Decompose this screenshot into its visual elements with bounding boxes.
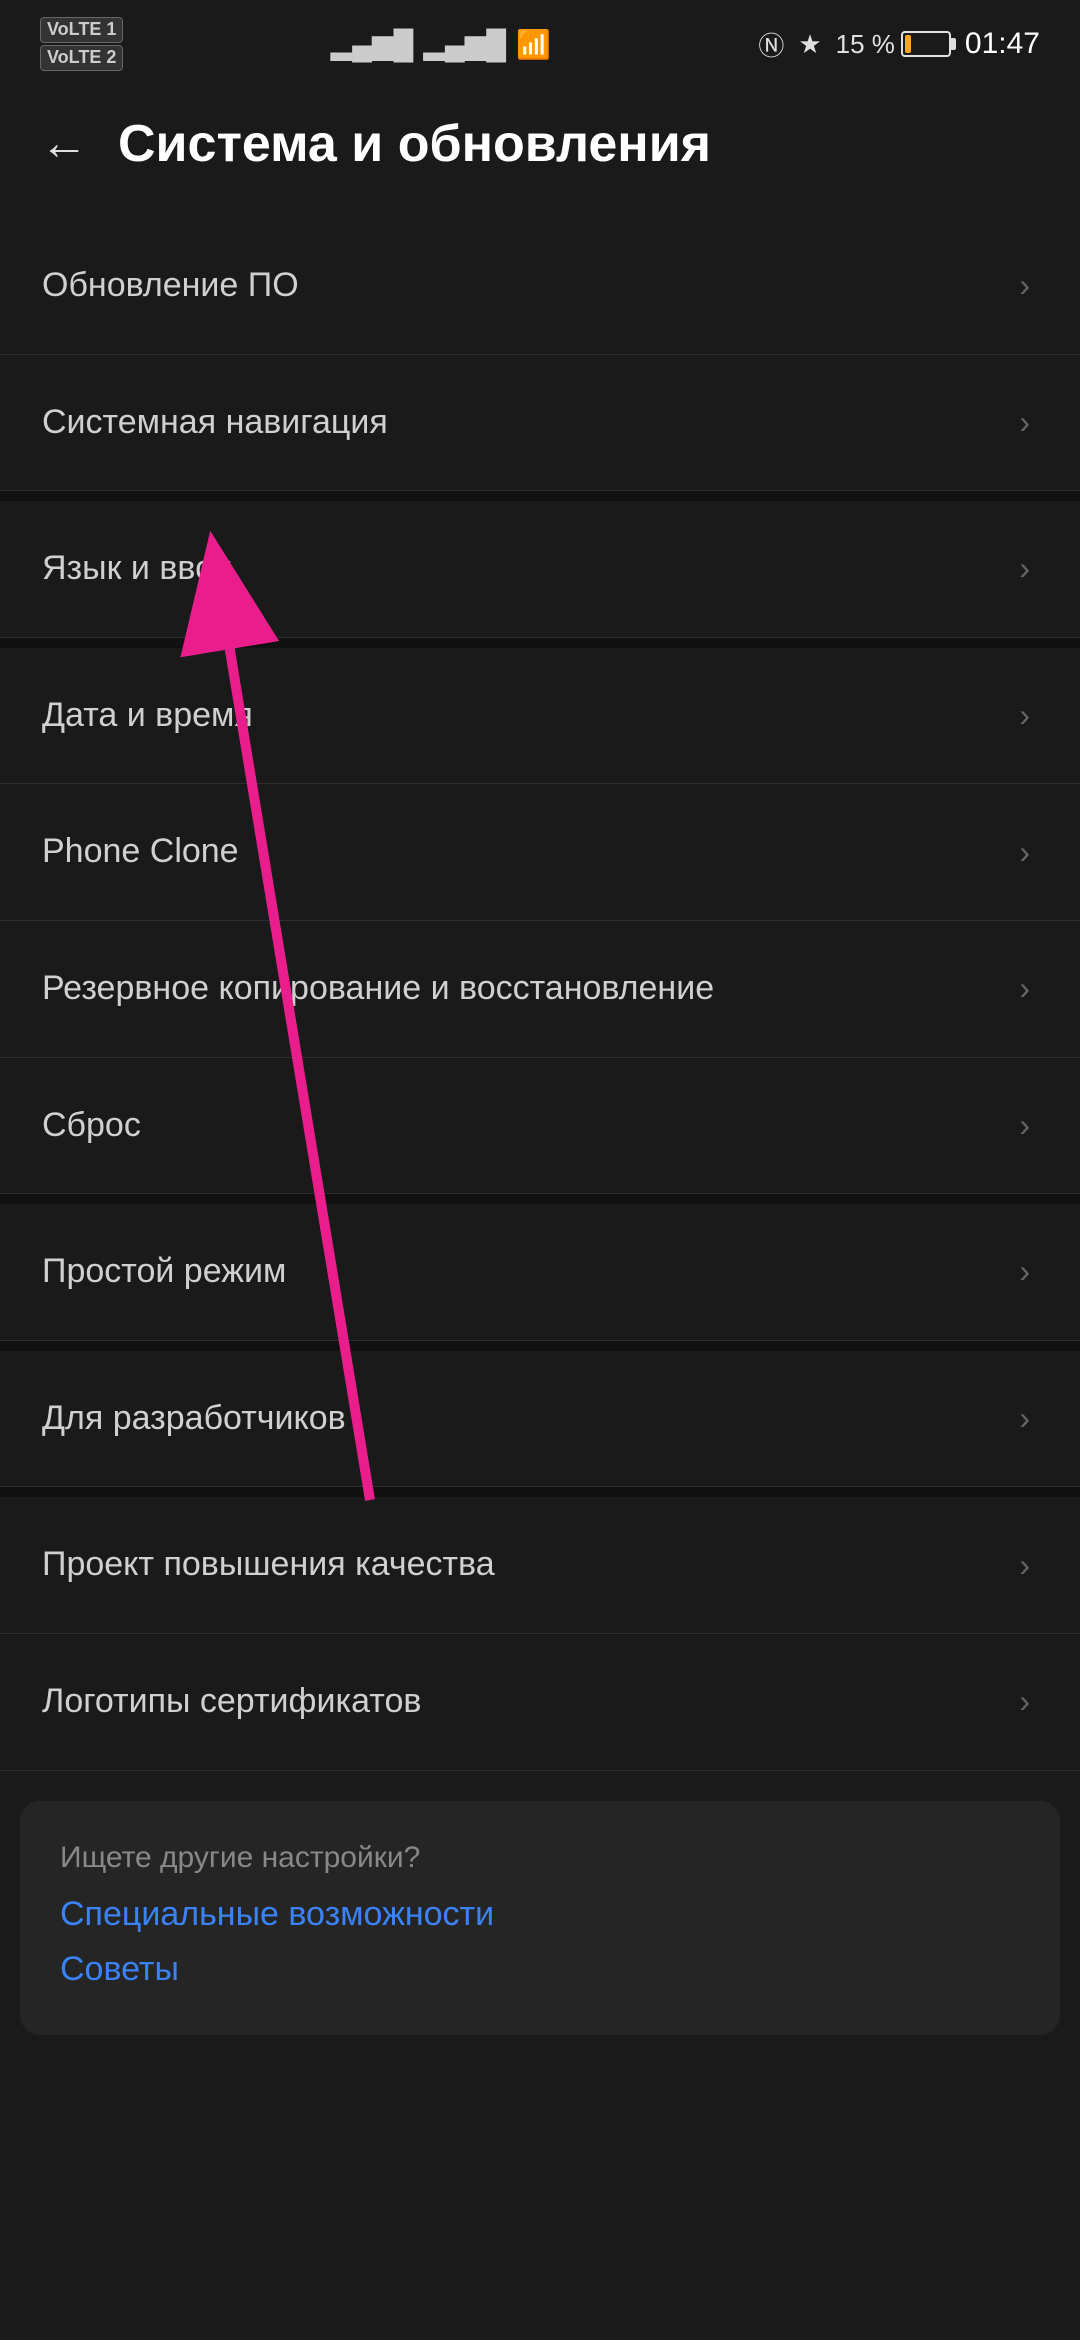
chevron-icon-language-input: › — [1019, 550, 1030, 587]
menu-item-simple-mode[interactable]: Простой режим› — [0, 1204, 1080, 1341]
menu-item-label-developer-options: Для разработчиков — [42, 1395, 1019, 1443]
status-bar: VoLTE 1 VoLTE 2 ▂▄▆█ ▂▄▆█ 📶 Ⓝ ★ 15 % 01:… — [0, 0, 1080, 80]
chevron-icon-reset: › — [1019, 1107, 1030, 1144]
signal-icons: ▂▄▆█ ▂▄▆█ 📶 — [331, 28, 551, 61]
battery-percent: 15 % — [836, 29, 895, 60]
menu-item-label-system-nav: Системная навигация — [42, 399, 1019, 447]
page-title: Система и обновления — [118, 114, 711, 174]
chevron-icon-phone-clone: › — [1019, 834, 1030, 871]
separator-6 — [0, 1194, 1080, 1204]
battery-icon — [901, 31, 951, 57]
menu-item-label-date-time: Дата и время — [42, 692, 1019, 740]
menu-item-label-phone-clone: Phone Clone — [42, 828, 1019, 876]
menu-item-quality-project[interactable]: Проект повышения качества› — [0, 1497, 1080, 1634]
menu-list: Обновление ПО›Системная навигация›Язык и… — [0, 218, 1080, 1771]
menu-item-label-language-input: Язык и ввод — [42, 545, 1019, 593]
bottom-card: Ищете другие настройки? Специальные возм… — [20, 1801, 1060, 2035]
chevron-icon-system-nav: › — [1019, 404, 1030, 441]
nfc-icon: Ⓝ — [758, 26, 784, 63]
chevron-icon-software-update: › — [1019, 267, 1030, 304]
chevron-icon-developer-options: › — [1019, 1400, 1030, 1437]
menu-item-cert-logos[interactable]: Логотипы сертификатов› — [0, 1634, 1080, 1771]
bottom-link-tips[interactable]: Советы — [60, 1950, 1020, 1989]
separator-2 — [0, 638, 1080, 648]
menu-item-phone-clone[interactable]: Phone Clone› — [0, 784, 1080, 921]
menu-item-language-input[interactable]: Язык и ввод› — [0, 501, 1080, 638]
chevron-icon-date-time: › — [1019, 697, 1030, 734]
menu-item-label-cert-logos: Логотипы сертификатов — [42, 1678, 1019, 1726]
bottom-card-title: Ищете другие настройки? — [60, 1841, 1020, 1875]
bottom-link-accessibility[interactable]: Специальные возможности — [60, 1895, 1020, 1934]
separator-1 — [0, 491, 1080, 501]
menu-item-label-software-update: Обновление ПО — [42, 262, 1019, 310]
volte2-badge: VoLTE 2 — [40, 45, 123, 71]
signal-bar-2: ▂▄▆█ — [423, 28, 506, 61]
menu-item-label-reset: Сброс — [42, 1102, 1019, 1150]
signal-bar-1: ▂▄▆█ — [331, 28, 414, 61]
chevron-icon-quality-project: › — [1019, 1547, 1030, 1584]
menu-item-date-time[interactable]: Дата и время› — [0, 648, 1080, 785]
menu-item-system-nav[interactable]: Системная навигация› — [0, 355, 1080, 492]
volte1-badge: VoLTE 1 — [40, 17, 123, 43]
wifi-icon: 📶 — [516, 28, 551, 61]
battery-fill — [905, 35, 911, 53]
bluetooth-icon: ★ — [798, 29, 821, 60]
chevron-icon-backup-restore: › — [1019, 970, 1030, 1007]
separator-7 — [0, 1341, 1080, 1351]
menu-item-software-update[interactable]: Обновление ПО› — [0, 218, 1080, 355]
back-button[interactable]: ← — [30, 110, 98, 178]
menu-item-label-quality-project: Проект повышения качества — [42, 1541, 1019, 1589]
separator-8 — [0, 1487, 1080, 1497]
chevron-icon-simple-mode: › — [1019, 1253, 1030, 1290]
chevron-icon-cert-logos: › — [1019, 1683, 1030, 1720]
battery-indicator: 15 % — [836, 29, 951, 60]
menu-item-developer-options[interactable]: Для разработчиков› — [0, 1351, 1080, 1488]
menu-item-backup-restore[interactable]: Резервное копирование и восстановление› — [0, 921, 1080, 1058]
menu-item-reset[interactable]: Сброс› — [0, 1058, 1080, 1195]
menu-item-label-simple-mode: Простой режим — [42, 1248, 1019, 1296]
status-left: VoLTE 1 VoLTE 2 — [40, 17, 123, 70]
status-right: Ⓝ ★ 15 % 01:47 — [758, 26, 1040, 63]
page-header: ← Система и обновления — [0, 80, 1080, 208]
menu-item-label-backup-restore: Резервное копирование и восстановление — [42, 965, 1019, 1013]
time-display: 01:47 — [965, 27, 1040, 61]
